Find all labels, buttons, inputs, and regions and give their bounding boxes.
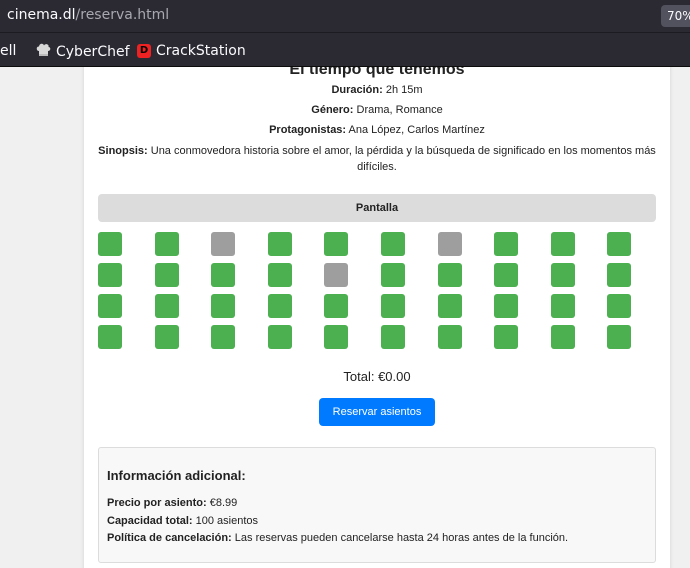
additional-info-title: Información adicional: xyxy=(107,468,246,483)
seat-occupied[interactable] xyxy=(324,263,348,287)
seat-available[interactable] xyxy=(494,232,518,256)
seat-available[interactable] xyxy=(211,263,235,287)
bookmark-crackstation[interactable]: D CrackStation xyxy=(137,43,246,59)
duration-value: 2h 15m xyxy=(385,84,423,96)
seat-available[interactable] xyxy=(98,263,122,287)
synopsis-line: Sinopsis: Una conmovedora historia sobre… xyxy=(98,143,656,175)
seat-available[interactable] xyxy=(211,325,235,349)
seat-available[interactable] xyxy=(381,294,405,318)
browser-toolbar: cinema.dl/reserva.html 70% xyxy=(0,0,690,32)
bookmark-label: CrackStation xyxy=(156,43,246,59)
screen-indicator: Pantalla xyxy=(98,194,656,222)
policy-value: Las reservas pueden cancelarse hasta 24 … xyxy=(234,532,569,544)
seat-occupied[interactable] xyxy=(438,232,462,256)
seat-available[interactable] xyxy=(268,294,292,318)
page-viewport: El tiempo que tenemos Duración: 2h 15m G… xyxy=(0,67,690,568)
seat-available[interactable] xyxy=(381,263,405,287)
duration-line: Duración: 2h 15m xyxy=(98,82,656,98)
seat-available[interactable] xyxy=(494,294,518,318)
seat-available[interactable] xyxy=(551,263,575,287)
price-value: €8.99 xyxy=(209,497,238,509)
capacity-value: 100 asientos xyxy=(195,515,259,527)
cast-label: Protagonistas: xyxy=(269,124,347,136)
bookmark-label: CyberChef xyxy=(56,44,130,60)
bookmarks-bar: ell CyberChef D CrackStation xyxy=(0,32,690,67)
seat-available[interactable] xyxy=(155,263,179,287)
synopsis-label: Sinopsis: xyxy=(98,145,148,157)
seat-available[interactable] xyxy=(607,325,631,349)
seat-available[interactable] xyxy=(324,232,348,256)
seat-available[interactable] xyxy=(268,325,292,349)
url-field[interactable]: cinema.dl/reserva.html xyxy=(7,7,169,23)
seat-available[interactable] xyxy=(155,294,179,318)
seat-available[interactable] xyxy=(98,294,122,318)
seat-available[interactable] xyxy=(381,325,405,349)
seat-available[interactable] xyxy=(551,325,575,349)
seat-available[interactable] xyxy=(494,325,518,349)
zoom-indicator[interactable]: 70% xyxy=(661,5,690,27)
seat-available[interactable] xyxy=(494,263,518,287)
bookmark-shell[interactable]: ell xyxy=(0,43,16,59)
total-price: Total: €0.00 xyxy=(343,369,411,384)
chef-hat-icon xyxy=(36,43,51,61)
seat-available[interactable] xyxy=(98,325,122,349)
bookmark-label: ell xyxy=(0,43,17,59)
movie-title: El tiempo que tenemos xyxy=(289,67,465,78)
url-host: cinema.dl xyxy=(7,7,76,23)
reserve-seats-button[interactable]: Reservar asientos xyxy=(319,398,435,426)
seat-available[interactable] xyxy=(438,294,462,318)
genre-line: Género: Drama, Romance xyxy=(98,102,656,118)
bookmark-cyberchef[interactable]: CyberChef xyxy=(36,43,130,61)
seat-available[interactable] xyxy=(607,263,631,287)
seat-available[interactable] xyxy=(324,294,348,318)
seat-available[interactable] xyxy=(438,263,462,287)
url-path: /reserva.html xyxy=(75,7,170,23)
seat-available[interactable] xyxy=(155,325,179,349)
genre-value: Drama, Romance xyxy=(356,104,443,116)
seat-available[interactable] xyxy=(155,232,179,256)
seat-available[interactable] xyxy=(551,294,575,318)
cast-value: Ana López, Carlos Martínez xyxy=(348,124,485,136)
seat-available[interactable] xyxy=(381,232,405,256)
seat-occupied[interactable] xyxy=(211,232,235,256)
reservation-card: El tiempo que tenemos Duración: 2h 15m G… xyxy=(84,67,670,568)
genre-label: Género: xyxy=(311,104,354,116)
seat-available[interactable] xyxy=(211,294,235,318)
cast-line: Protagonistas: Ana López, Carlos Martíne… xyxy=(98,122,656,138)
capacity-label: Capacidad total: xyxy=(107,515,193,527)
seat-available[interactable] xyxy=(268,232,292,256)
capacity-line: Capacidad total: 100 asientos xyxy=(107,515,258,527)
price-label: Precio por asiento: xyxy=(107,497,207,509)
seat-available[interactable] xyxy=(551,232,575,256)
crackstation-icon: D xyxy=(137,44,151,58)
policy-label: Política de cancelación: xyxy=(107,532,232,544)
duration-label: Duración: xyxy=(331,84,383,96)
seat-available[interactable] xyxy=(98,232,122,256)
seat-available[interactable] xyxy=(607,232,631,256)
policy-line: Política de cancelación: Las reservas pu… xyxy=(107,532,568,544)
synopsis-value: Una conmovedora historia sobre el amor, … xyxy=(150,145,656,173)
price-line: Precio por asiento: €8.99 xyxy=(107,497,237,509)
seat-available[interactable] xyxy=(324,325,348,349)
seat-available[interactable] xyxy=(607,294,631,318)
additional-info-panel: Información adicional: Precio por asient… xyxy=(98,447,656,563)
seat-available[interactable] xyxy=(268,263,292,287)
seat-available[interactable] xyxy=(438,325,462,349)
